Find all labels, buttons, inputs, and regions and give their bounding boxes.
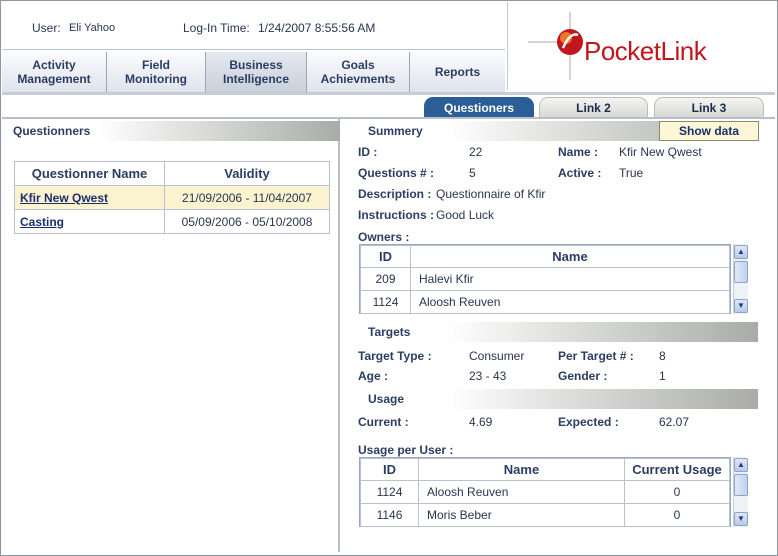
owners-column-id[interactable]: ID [360,245,411,268]
scroll-thumb[interactable] [734,261,748,283]
expected-usage-label: Expected : [558,415,619,429]
scroll-up-icon[interactable]: ▲ [734,245,748,259]
owners-label: Owners : [358,230,410,244]
usage-column-id[interactable]: ID [360,458,419,481]
per-target-value: 8 [659,349,666,363]
usage-per-user-label: Usage per User : [358,443,454,457]
active-label: Active : [558,166,602,180]
user-name: Moris Beber [418,503,625,527]
usage-column-current-usage[interactable]: Current Usage [624,458,730,481]
age-value: 23 - 43 [469,369,507,383]
scroll-thumb[interactable] [734,474,748,496]
tab-link-2[interactable]: Link 2 [539,97,648,118]
column-header-validity[interactable]: Validity [164,161,330,186]
main-menu: Activity Management Field Monitoring Bus… [2,52,505,92]
user-id: 1146 [360,503,419,527]
user-label: User: [32,21,61,35]
gender-label: Gender : [558,369,608,383]
questionners-table: Questionner Name Validity Kfir New Qwest… [14,161,330,234]
logo: PocketLink [507,2,775,90]
questionners-header: Questionners [2,121,340,141]
description-label: Description : [358,187,432,201]
menu-activity-management[interactable]: Activity Management [2,52,107,92]
name-label: Name : [558,145,599,159]
table-row[interactable]: 1146 Moris Beber 0 [360,503,730,527]
target-type-label: Target Type : [358,349,432,363]
user-value: Eli Yahoo [69,22,116,34]
column-header-name[interactable]: Questionner Name [14,161,165,186]
questionner-link[interactable]: Kfir New Qwest [20,191,108,205]
menu-business-intelligence[interactable]: Business Intelligence [206,52,307,92]
user-usage: 0 [624,503,730,527]
current-usage-value: 4.69 [469,415,493,429]
description-value: Questionnaire of Kfir [436,187,546,201]
table-row[interactable]: 209 Halevi Kfir [360,267,730,291]
targets-header: Targets [358,322,758,342]
table-row[interactable]: Kfir New Qwest 21/09/2006 - 11/04/2007 [14,185,330,210]
current-usage-label: Current : [358,415,409,429]
questionner-link[interactable]: Casting [20,215,64,229]
usage-header: Usage [358,389,758,409]
menu-field-monitoring[interactable]: Field Monitoring [107,52,206,92]
usage-column-name[interactable]: Name [418,458,625,481]
owner-name: Aloosh Reuven [410,290,730,314]
instructions-value: Good Luck [436,208,495,222]
per-target-label: Per Target # : [558,349,634,363]
user-usage: 0 [624,480,730,504]
menu-goals-achievements[interactable]: Goals Achievments [307,52,410,92]
active-value: True [619,166,644,180]
scroll-down-icon[interactable]: ▼ [734,512,748,526]
owner-id: 1124 [360,290,411,314]
name-value: Kfir New Qwest [619,145,702,159]
owners-grid: ID Name 209 Halevi Kfir 1124 Aloosh Reuv… [359,244,731,314]
scroll-up-icon[interactable]: ▲ [734,458,748,472]
scroll-down-icon[interactable]: ▼ [734,299,748,313]
table-row[interactable]: 1124 Aloosh Reuven 0 [360,480,730,504]
header: User: Eli Yahoo Log-In Time: 1/24/2007 8… [2,2,505,92]
user-bar: User: Eli Yahoo Log-In Time: 1/24/2007 8… [2,2,505,50]
age-label: Age : [358,369,388,383]
usage-per-user-grid: ID Name Current Usage 1124 Aloosh Reuven… [359,457,731,527]
logo-text: PocketLink [584,36,707,66]
tab-link-3[interactable]: Link 3 [654,97,764,118]
table-row[interactable]: 1124 Aloosh Reuven [360,290,730,314]
target-type-value: Consumer [469,349,525,363]
owners-scrollbar[interactable]: ▲ ▼ [733,244,748,314]
gender-value: 1 [659,369,666,383]
questions-value: 5 [469,166,476,180]
owner-name: Halevi Kfir [410,267,730,291]
header-divider [2,92,775,95]
validity-cell: 05/09/2006 - 05/10/2008 [164,209,330,234]
owners-column-name[interactable]: Name [410,245,730,268]
login-time-label: Log-In Time: [183,21,250,35]
table-row[interactable]: Casting 05/09/2006 - 05/10/2008 [14,209,330,234]
user-name: Aloosh Reuven [418,480,625,504]
show-data-button[interactable]: Show data [659,121,759,141]
user-id: 1124 [360,480,419,504]
id-label: ID : [358,145,378,159]
validity-cell: 21/09/2006 - 11/04/2007 [164,185,330,210]
menu-reports[interactable]: Reports [410,52,505,92]
owner-id: 209 [360,267,411,291]
login-time-value: 1/24/2007 8:55:56 AM [258,21,376,35]
questions-label: Questions # : [358,166,435,180]
tab-questioners[interactable]: Questioners [424,97,534,118]
instructions-label: Instructions : [358,208,435,222]
id-value: 22 [469,145,483,159]
usage-scrollbar[interactable]: ▲ ▼ [733,457,748,527]
expected-usage-value: 62.07 [659,415,690,429]
